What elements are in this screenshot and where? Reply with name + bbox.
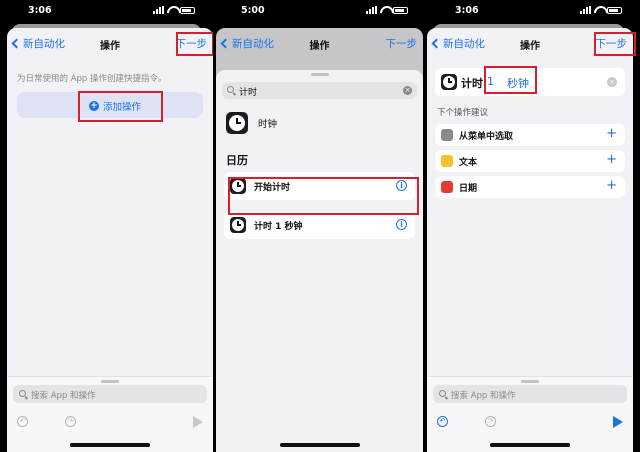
phone-screen-2: 5:00 新自动化 操作 下一步 计时 × 时钟 日历 开始计时 i 计时 1 秒钟… bbox=[213, 0, 426, 452]
next-button[interactable]: 下一步 bbox=[386, 36, 418, 51]
wifi-icon bbox=[167, 6, 177, 14]
section-title: 日历 bbox=[226, 154, 248, 167]
search-value: 计时 bbox=[239, 88, 258, 98]
action-label: 计时 bbox=[461, 77, 483, 90]
phone-screen-1: 3:06 新自动化 操作 下一步 为日常使用的 App 操作创建快捷指令。 + 添… bbox=[0, 0, 213, 452]
redo-icon[interactable]: ↷ bbox=[485, 416, 496, 427]
highlight-start-timer bbox=[228, 177, 419, 215]
status-bar: 3:06 bbox=[427, 0, 640, 22]
play-icon[interactable] bbox=[193, 416, 203, 428]
grabber[interactable] bbox=[521, 380, 539, 383]
search-icon bbox=[439, 390, 446, 397]
suggestions-title: 下个操作建议 bbox=[437, 108, 489, 118]
clock-icon bbox=[230, 217, 246, 233]
search-panel: 计时 × 时钟 日历 开始计时 i 计时 1 秒钟 i bbox=[216, 70, 423, 452]
redo-icon[interactable]: ↷ bbox=[65, 416, 76, 427]
highlight-duration bbox=[484, 66, 537, 94]
info-icon[interactable]: i bbox=[396, 219, 407, 230]
status-time: 5:00 bbox=[241, 5, 265, 16]
status-time: 3:06 bbox=[455, 5, 479, 16]
clear-icon[interactable]: × bbox=[403, 86, 412, 95]
action-label: 计时 1 秒钟 bbox=[254, 221, 303, 232]
text-icon bbox=[441, 155, 453, 167]
search-input[interactable]: 搜索 App 和操作 bbox=[433, 385, 627, 403]
home-indicator bbox=[70, 443, 150, 447]
search-placeholder: 搜索 App 和操作 bbox=[451, 391, 516, 401]
hint-text: 为日常使用的 App 操作创建快捷指令。 bbox=[17, 74, 167, 84]
search-placeholder: 搜索 App 和操作 bbox=[31, 391, 96, 401]
highlight-next bbox=[176, 32, 213, 56]
highlight-add-action bbox=[78, 91, 163, 122]
clock-icon bbox=[441, 74, 457, 90]
undo-icon[interactable]: ↶ bbox=[437, 416, 448, 427]
battery-icon bbox=[607, 6, 622, 14]
home-indicator bbox=[490, 443, 570, 447]
status-time: 3:06 bbox=[28, 5, 52, 16]
search-input[interactable]: 搜索 App 和操作 bbox=[13, 385, 207, 403]
status-bar: 5:00 bbox=[213, 0, 426, 22]
actions-sheet: 新自动化 操作 下一步 计时 × 时钟 日历 开始计时 i 计时 1 秒钟 i bbox=[216, 28, 423, 452]
suggestion-date[interactable]: 日期 + bbox=[435, 176, 625, 198]
phone-screen-3: 3:06 新自动化 操作 下一步 计时 1 秒钟 × 下个操作建议 从菜单中选取… bbox=[427, 0, 640, 452]
bottom-panel: 搜索 App 和操作 ↶ ↷ bbox=[7, 376, 213, 452]
nav-bar: 新自动化 操作 下一步 bbox=[216, 28, 423, 60]
wifi-icon bbox=[594, 6, 604, 14]
add-icon[interactable]: + bbox=[606, 152, 617, 167]
grabber[interactable] bbox=[101, 380, 119, 383]
search-icon bbox=[19, 390, 26, 397]
menu-icon bbox=[441, 129, 453, 141]
wifi-icon bbox=[380, 6, 390, 14]
add-icon[interactable]: + bbox=[606, 126, 617, 141]
cellular-icon bbox=[580, 6, 591, 14]
battery-icon bbox=[180, 6, 195, 14]
home-indicator bbox=[279, 443, 360, 447]
undo-icon[interactable]: ↶ bbox=[17, 416, 28, 427]
clock-icon bbox=[226, 112, 248, 134]
status-bar: 3:06 bbox=[0, 0, 213, 22]
suggestion-text[interactable]: 文本 + bbox=[435, 150, 625, 172]
bottom-panel: 搜索 App 和操作 ↶ ↷ bbox=[427, 376, 633, 452]
cellular-icon bbox=[153, 6, 164, 14]
action-timer-1-second[interactable]: 计时 1 秒钟 i bbox=[224, 211, 415, 239]
battery-icon bbox=[393, 6, 408, 14]
play-icon[interactable] bbox=[613, 416, 623, 428]
app-result-label: 时钟 bbox=[258, 119, 278, 130]
app-result-clock[interactable]: 时钟 bbox=[226, 112, 277, 134]
date-icon bbox=[441, 181, 453, 193]
grabber[interactable] bbox=[310, 73, 329, 76]
highlight-next bbox=[594, 32, 636, 56]
search-input[interactable]: 计时 × bbox=[222, 82, 417, 99]
cellular-icon bbox=[366, 6, 377, 14]
add-icon[interactable]: + bbox=[606, 178, 617, 193]
search-icon bbox=[227, 86, 234, 93]
suggestion-choose-from-menu[interactable]: 从菜单中选取 + bbox=[435, 124, 625, 146]
remove-icon[interactable]: × bbox=[607, 77, 617, 87]
